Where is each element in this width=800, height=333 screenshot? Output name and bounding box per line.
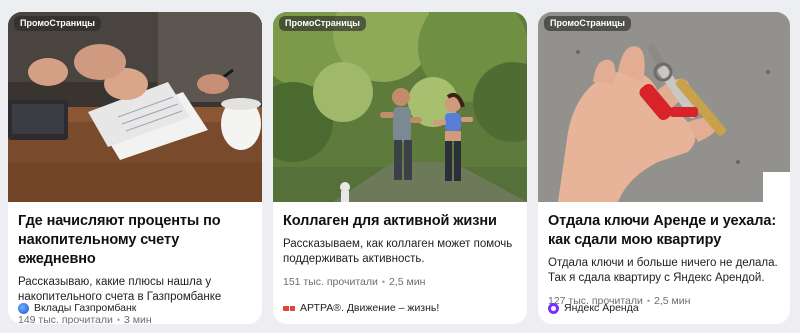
source-name: АРТРА®. Движение – жизнь! [300,302,440,314]
promo-badge: ПромоСтраницы [279,16,366,31]
card-title[interactable]: Где начисляют проценты по накопительному… [18,212,252,269]
meta-separator: • [381,277,386,287]
promo-badge: ПромоСтраницы [544,16,631,31]
card-photo-keys[interactable]: ПромоСтраницы [538,12,790,202]
photo-signing-documents [8,12,262,202]
read-time: 2,5 мин [654,295,691,307]
yandex-arenda-logo-icon [548,302,559,314]
photo-running-couple [273,12,527,202]
views-count: 151 тыс. прочитали [283,276,378,288]
gazprombank-logo-icon [18,302,29,314]
promo-card-yandex-arenda[interactable]: ПромоСтраницы Отдала ключи Аренде и уеха… [538,12,790,324]
views-count: 149 тыс. прочитали [18,314,113,324]
card-meta: 151 тыс. прочитали • 2,5 мин [283,276,517,288]
read-time: 2,5 мин [389,276,426,288]
card-description: Рассказываю, какие плюсы нашла у накопит… [18,276,222,303]
card-source[interactable]: Яндекс Аренда [548,302,639,314]
card-description: Отдала ключи и больше ничего не делала. … [548,257,778,284]
card-title[interactable]: Отдала ключи Аренде и уехала: как сдали … [548,212,780,250]
source-name: Яндекс Аренда [564,302,639,314]
photo-hand-with-keys [538,12,790,202]
card-meta: 149 тыс. прочитали • 3 мин [18,314,252,324]
artra-logo-icon [283,305,295,311]
card-description: Рассказываем, как коллаген может помочь … [283,238,513,265]
meta-separator: • [116,315,121,324]
card-photo-runners[interactable]: ПромоСтраницы [273,12,527,202]
promo-card-gazprombank[interactable]: ПромоСтраницы Где начисляют проценты по … [8,12,262,324]
card-source[interactable]: Вклады Газпромбанк [18,302,136,314]
meta-separator: • [646,296,651,306]
read-time: 3 мин [124,314,152,324]
card-photo-documents[interactable]: ПромоСтраницы [8,12,262,202]
promo-badge: ПромоСтраницы [14,16,101,31]
promo-feed: ПромоСтраницы Где начисляют проценты по … [8,12,790,324]
card-title[interactable]: Коллаген для активной жизни [283,212,517,231]
card-source[interactable]: АРТРА®. Движение – жизнь! [283,302,439,314]
promo-card-artra[interactable]: ПромоСтраницы Коллаген для активной жизн… [273,12,527,324]
source-name: Вклады Газпромбанк [34,302,137,314]
